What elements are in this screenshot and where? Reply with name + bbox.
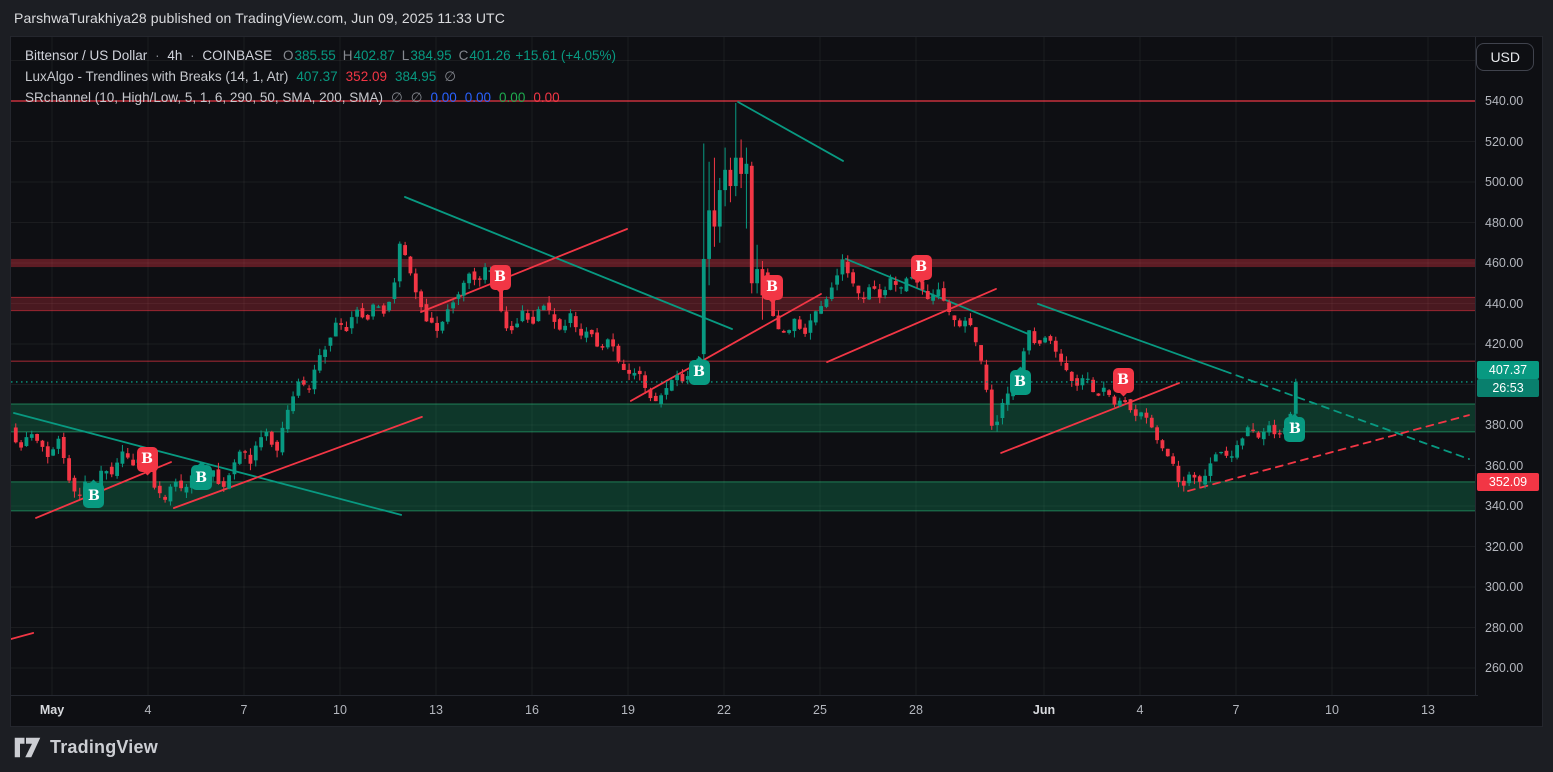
indicator-value: ∅ [410, 90, 423, 105]
footer-bar: TradingView [0, 727, 1553, 772]
trendline-break-label-up: B [688, 359, 710, 385]
ohlc-key: H [342, 48, 353, 63]
price-tick: 480.00 [1485, 215, 1524, 230]
trendline-break-label-down: B [910, 254, 932, 280]
price-axis[interactable]: 540.00 520.00 500.00 480.00 460.00 440.00 420.… [1475, 37, 1542, 698]
chart-plot-area[interactable]: B B B B B B B B B B [11, 37, 1478, 698]
price-tick: 420.00 [1485, 337, 1524, 351]
price-tick: 280.00 [1485, 620, 1524, 635]
attribution-bar: ParshwaTurakhiya28 published on TradingV… [0, 0, 1553, 36]
trendline-break-label-up: B [1284, 416, 1306, 442]
indicator-value: 0.00 [499, 90, 526, 105]
time-tick: 13 [1421, 703, 1435, 717]
tradingview-logo-icon [14, 737, 41, 758]
ohlc-value: 384.95 [410, 48, 452, 63]
indicator-value: ∅ [444, 69, 457, 84]
price-label-countdown: 26:53 [1477, 378, 1539, 397]
price-tick: 300.00 [1485, 580, 1524, 594]
time-axis[interactable]: May 4 7 10 13 16 19 22 25 28 Jun 4 7 10 13 [11, 695, 1478, 726]
price-tick: 520.00 [1485, 134, 1524, 149]
symbol-row[interactable]: Bittensor / US Dollar · 4h · COINBASE O3… [25, 45, 616, 66]
trendline-break-label-down: B [1112, 367, 1134, 393]
indicator-value: 407.37 [296, 69, 338, 84]
time-tick: 19 [621, 703, 635, 717]
trendline-break-label-down: B [136, 446, 158, 472]
price-label-trendline-lower: 352.09 [1477, 472, 1539, 491]
price-tick: 440.00 [1485, 296, 1524, 311]
ohlc-value: 401.26 [469, 48, 511, 63]
trendline-break-label-up: B [83, 483, 105, 509]
change-value: +15.61 (+4.05%) [515, 48, 616, 63]
ohlc-value: 385.55 [294, 48, 336, 63]
price-tick: 260.00 [1485, 661, 1524, 675]
price-tick: 360.00 [1485, 458, 1524, 473]
indicator-name: SRchannel (10, High/Low, 5, 1, 6, 290, 5… [25, 90, 383, 105]
candlestick-chart [11, 37, 1478, 698]
trendline-break-label-up: B [1009, 369, 1031, 395]
time-tick: 4 [144, 703, 152, 717]
indicator-srchannel-row[interactable]: SRchannel (10, High/Low, 5, 1, 6, 290, 5… [25, 87, 616, 108]
exchange-label: COINBASE [202, 48, 273, 63]
time-tick: Jun [1032, 703, 1056, 717]
time-tick: 4 [1136, 703, 1144, 717]
price-tick: 340.00 [1485, 499, 1524, 513]
time-tick: May [39, 703, 65, 717]
time-tick: 13 [429, 703, 443, 717]
price-tick: 540.00 [1485, 94, 1524, 108]
indicator-value: 0.00 [430, 90, 457, 105]
indicator-value: 0.00 [533, 90, 560, 105]
trendline-break-label-down: B [489, 264, 511, 290]
indicator-value: ∅ [390, 90, 403, 105]
price-tick: 460.00 [1485, 256, 1524, 270]
ohlc-values: O385.55 H402.87 L384.95 C401.26 [276, 48, 511, 63]
interval-label[interactable]: 4h [167, 48, 182, 63]
time-tick: 25 [813, 703, 827, 717]
indicator-luxalgo-row[interactable]: LuxAlgo - Trendlines with Breaks (14, 1,… [25, 66, 616, 87]
time-tick: 10 [333, 703, 347, 717]
price-tick: 380.00 [1485, 418, 1524, 432]
symbol-title: Bittensor / US Dollar [25, 48, 148, 63]
indicator-value: 384.95 [394, 69, 437, 84]
time-tick: 7 [240, 703, 248, 717]
price-label-trendline-upper: 407.37 [1477, 360, 1539, 379]
time-tick: 7 [1232, 703, 1240, 717]
time-tick: 10 [1325, 703, 1339, 717]
trendline-break-label-down: B [761, 274, 783, 300]
time-tick: 22 [717, 703, 731, 717]
chart-legend: Bittensor / US Dollar · 4h · COINBASE O3… [25, 45, 616, 108]
attribution-text: ParshwaTurakhiya28 published on TradingV… [14, 10, 505, 26]
ohlc-value: 402.87 [353, 48, 395, 63]
time-tick: 16 [525, 703, 539, 717]
ohlc-key: C [458, 48, 469, 63]
trendline-break-label-up: B [190, 465, 212, 491]
currency-toggle-button[interactable]: USD [1476, 43, 1534, 71]
indicator-value: 352.09 [345, 69, 387, 84]
tradingview-brand[interactable]: TradingView [14, 736, 158, 759]
time-tick: 28 [909, 703, 923, 717]
price-tick: 320.00 [1485, 539, 1524, 554]
price-tick: 500.00 [1485, 175, 1524, 189]
ohlc-key: L [401, 48, 410, 63]
ohlc-key: O [282, 48, 294, 63]
indicator-value: 0.00 [464, 90, 492, 105]
tradingview-brand-text: TradingView [50, 737, 158, 757]
indicator-name: LuxAlgo - Trendlines with Breaks (14, 1,… [25, 69, 289, 84]
chart-panel: BBBBBBBBBB Bittensor / US Dollar · 4h · … [10, 36, 1543, 727]
